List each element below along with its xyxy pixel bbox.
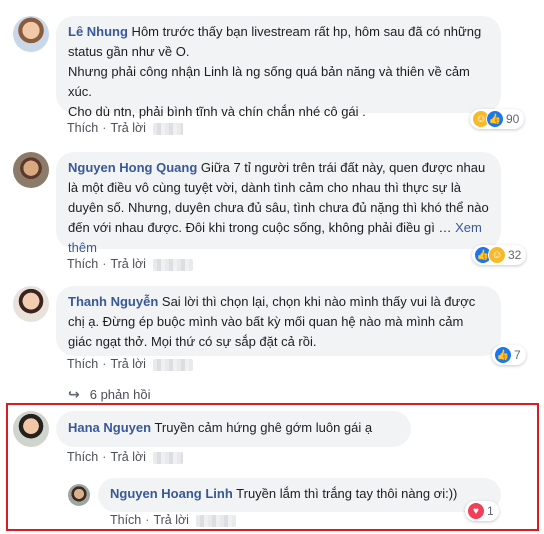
haha-icon: ☺	[488, 246, 506, 264]
comment-author[interactable]: Lê Nhung	[68, 24, 128, 39]
reaction-count: 7	[514, 348, 521, 362]
timestamp-blurred	[196, 514, 237, 527]
comment-bubble: Lê Nhung Hôm trước thấy bạn livestream r…	[56, 16, 501, 119]
comment-bubble: Hana Nguyen Truyền cảm hứng ghê gớm luôn…	[56, 411, 411, 447]
view-replies-link[interactable]: ↪ 6 phản hồi	[68, 386, 150, 403]
reaction-count: 90	[506, 112, 520, 126]
like-icon: 👍	[486, 110, 504, 128]
reply-bubble: Nguyen Hoang Linh Truyền lắm thì trắng t…	[98, 478, 501, 512]
reaction-count: 32	[508, 248, 522, 262]
comment-actions: Thích · Trả lời	[67, 257, 194, 271]
like-link[interactable]: Thích	[67, 357, 98, 371]
like-link[interactable]: Thích	[110, 513, 141, 527]
comment-actions: Thích · Trả lời	[67, 357, 194, 371]
comment-actions: Thích · Trả lời	[110, 513, 237, 527]
replies-count: 6 phản hồi	[89, 387, 151, 402]
comment-actions: Thích · Trả lời	[67, 121, 184, 135]
reaction-summary[interactable]: 👍 7	[492, 345, 526, 365]
heart-icon: ♥	[467, 502, 485, 520]
comment-author[interactable]: Thanh Nguyễn	[68, 294, 158, 309]
reply-arrow-icon: ↪	[68, 386, 80, 402]
timestamp-blurred	[153, 258, 194, 271]
comment-text: Truyền cảm hứng ghê gớm luôn gái ạ	[151, 420, 373, 435]
reply-link[interactable]: Trả lời	[153, 513, 189, 527]
avatar[interactable]	[13, 152, 49, 188]
comment-bubble: Thanh Nguyễn Sai lời thì chọn lại, chọn …	[56, 286, 501, 356]
reply-link[interactable]: Trả lời	[110, 450, 146, 464]
avatar[interactable]	[68, 484, 90, 506]
timestamp-blurred	[153, 122, 184, 135]
comment-author[interactable]: Nguyen Hong Quang	[68, 160, 197, 175]
like-link[interactable]: Thích	[67, 257, 98, 271]
avatar[interactable]	[13, 286, 49, 322]
reaction-summary[interactable]: ♥ 1	[465, 501, 499, 521]
like-link[interactable]: Thích	[67, 450, 98, 464]
timestamp-blurred	[153, 451, 184, 464]
reply-link[interactable]: Trả lời	[110, 121, 146, 135]
comment-text: Truyền lắm thì trắng tay thôi nàng ơi:))	[232, 486, 458, 501]
reaction-summary[interactable]: 👍 ☺ 32	[472, 245, 527, 265]
reaction-count: 1	[487, 504, 494, 518]
reply-link[interactable]: Trả lời	[110, 357, 146, 371]
like-icon: 👍	[494, 346, 512, 364]
comment-actions: Thích · Trả lời	[67, 450, 184, 464]
comment-text: Cho dù ntn, phải bình tĩnh và chín chắn …	[68, 104, 366, 119]
avatar[interactable]	[13, 411, 49, 447]
reaction-summary[interactable]: ☺ 👍 90	[470, 109, 525, 129]
timestamp-blurred	[153, 358, 194, 371]
comment-text: Hôm trước thấy bạn livestream rất hp, hô…	[68, 24, 482, 59]
comment-author[interactable]: Nguyen Hoang Linh	[110, 486, 233, 501]
reply-link[interactable]: Trả lời	[110, 257, 146, 271]
comment-text: Nhưng phải công nhận Linh là ng sống quá…	[68, 64, 470, 99]
like-link[interactable]: Thích	[67, 121, 98, 135]
comment-author[interactable]: Hana Nguyen	[68, 420, 151, 435]
avatar[interactable]	[13, 16, 49, 52]
comment-bubble: Nguyen Hong Quang Giữa 7 tỉ người trên t…	[56, 152, 501, 255]
